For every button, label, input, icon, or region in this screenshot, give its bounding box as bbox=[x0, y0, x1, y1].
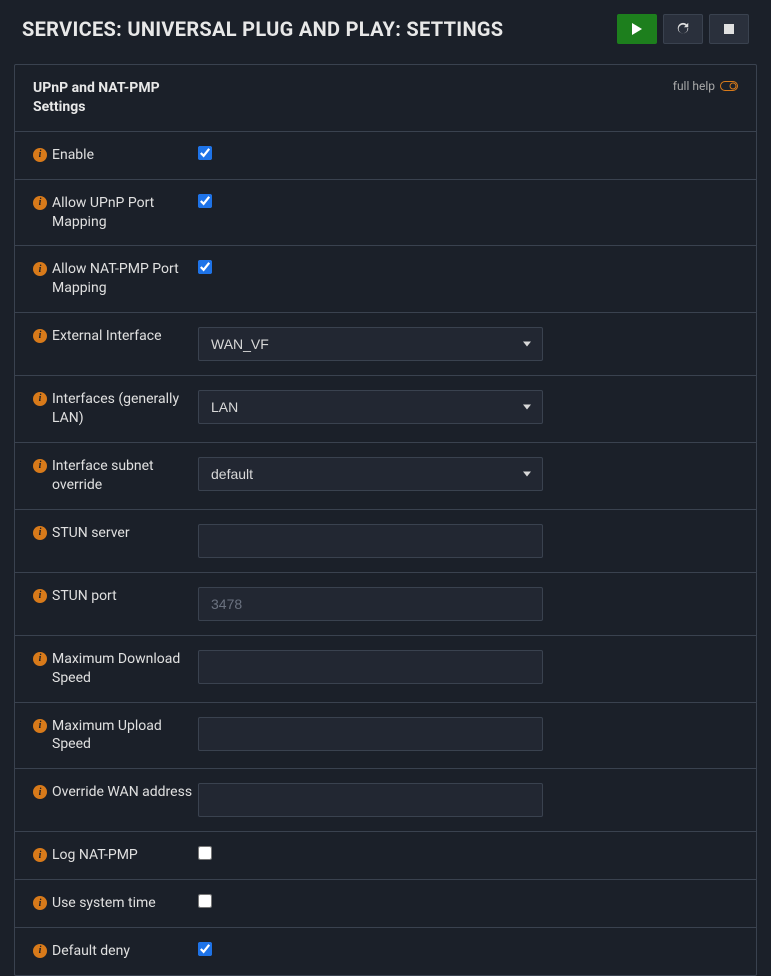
row-interfaces: i Interfaces (generally LAN) LAN bbox=[15, 376, 756, 443]
label-override-wan: Override WAN address bbox=[52, 783, 192, 802]
panel-title: UPnP and NAT-PMP Settings bbox=[33, 79, 193, 117]
row-max-download: i Maximum Download Speed bbox=[15, 636, 756, 703]
allow-natpmp-checkbox[interactable] bbox=[198, 260, 212, 274]
override-wan-input[interactable] bbox=[198, 783, 543, 817]
row-stun-server: i STUN server bbox=[15, 510, 756, 573]
external-interface-select[interactable]: WAN_VF bbox=[198, 327, 543, 361]
label-allow-natpmp: Allow NAT-PMP Port Mapping bbox=[52, 260, 198, 298]
row-allow-natpmp: i Allow NAT-PMP Port Mapping bbox=[15, 246, 756, 313]
label-stun-server: STUN server bbox=[52, 524, 130, 543]
label-max-upload: Maximum Upload Speed bbox=[52, 717, 198, 755]
row-enable: i Enable bbox=[15, 132, 756, 180]
label-stun-port: STUN port bbox=[52, 587, 117, 606]
settings-panel: UPnP and NAT-PMP Settings full help i Ena… bbox=[14, 64, 757, 976]
info-icon[interactable]: i bbox=[33, 262, 47, 276]
header-actions bbox=[617, 14, 749, 44]
use-system-time-checkbox[interactable] bbox=[198, 894, 212, 908]
info-icon[interactable]: i bbox=[33, 944, 47, 958]
restart-service-button[interactable] bbox=[663, 14, 703, 44]
restart-icon bbox=[676, 22, 690, 36]
row-override-wan: i Override WAN address bbox=[15, 769, 756, 832]
info-icon[interactable]: i bbox=[33, 329, 47, 343]
info-icon[interactable]: i bbox=[33, 896, 47, 910]
stun-port-input[interactable] bbox=[198, 587, 543, 621]
row-default-deny: i Default deny bbox=[15, 928, 756, 975]
interfaces-select[interactable]: LAN bbox=[198, 390, 543, 424]
row-use-system-time: i Use system time bbox=[15, 880, 756, 928]
label-subnet-override: Interface subnet override bbox=[52, 457, 198, 495]
info-icon[interactable]: i bbox=[33, 589, 47, 603]
max-upload-input[interactable] bbox=[198, 717, 543, 751]
row-allow-upnp: i Allow UPnP Port Mapping bbox=[15, 180, 756, 247]
enable-checkbox[interactable] bbox=[198, 146, 212, 160]
info-icon[interactable]: i bbox=[33, 848, 47, 862]
info-icon[interactable]: i bbox=[33, 526, 47, 540]
info-icon[interactable]: i bbox=[33, 785, 47, 799]
play-icon bbox=[631, 22, 643, 36]
full-help-label: full help bbox=[673, 79, 715, 93]
label-enable: Enable bbox=[52, 146, 94, 165]
row-max-upload: i Maximum Upload Speed bbox=[15, 703, 756, 770]
max-download-input[interactable] bbox=[198, 650, 543, 684]
log-natpmp-checkbox[interactable] bbox=[198, 846, 212, 860]
page-header: SERVICES: UNIVERSAL PLUG AND PLAY: SETTI… bbox=[0, 0, 771, 58]
label-log-natpmp: Log NAT-PMP bbox=[52, 846, 138, 865]
toggle-icon bbox=[720, 81, 738, 91]
info-icon[interactable]: i bbox=[33, 392, 47, 406]
row-log-natpmp: i Log NAT-PMP bbox=[15, 832, 756, 880]
row-external-interface: i External Interface WAN_VF bbox=[15, 313, 756, 376]
stop-service-button[interactable] bbox=[709, 14, 749, 44]
label-interfaces: Interfaces (generally LAN) bbox=[52, 390, 198, 428]
stun-server-input[interactable] bbox=[198, 524, 543, 558]
info-icon[interactable]: i bbox=[33, 196, 47, 210]
allow-upnp-checkbox[interactable] bbox=[198, 194, 212, 208]
stop-icon bbox=[724, 24, 734, 34]
full-help-toggle[interactable]: full help bbox=[673, 79, 738, 93]
label-use-system-time: Use system time bbox=[52, 894, 156, 913]
label-max-download: Maximum Download Speed bbox=[52, 650, 198, 688]
row-subnet-override: i Interface subnet override default bbox=[15, 443, 756, 510]
info-icon[interactable]: i bbox=[33, 148, 47, 162]
info-icon[interactable]: i bbox=[33, 719, 47, 733]
page-title: SERVICES: UNIVERSAL PLUG AND PLAY: SETTI… bbox=[22, 17, 503, 41]
panel-header: UPnP and NAT-PMP Settings full help bbox=[15, 65, 756, 132]
row-stun-port: i STUN port bbox=[15, 573, 756, 636]
start-service-button[interactable] bbox=[617, 14, 657, 44]
subnet-override-select[interactable]: default bbox=[198, 457, 543, 491]
info-icon[interactable]: i bbox=[33, 459, 47, 473]
default-deny-checkbox[interactable] bbox=[198, 942, 212, 956]
label-external-interface: External Interface bbox=[52, 327, 162, 346]
label-allow-upnp: Allow UPnP Port Mapping bbox=[52, 194, 198, 232]
label-default-deny: Default deny bbox=[52, 942, 130, 961]
info-icon[interactable]: i bbox=[33, 652, 47, 666]
